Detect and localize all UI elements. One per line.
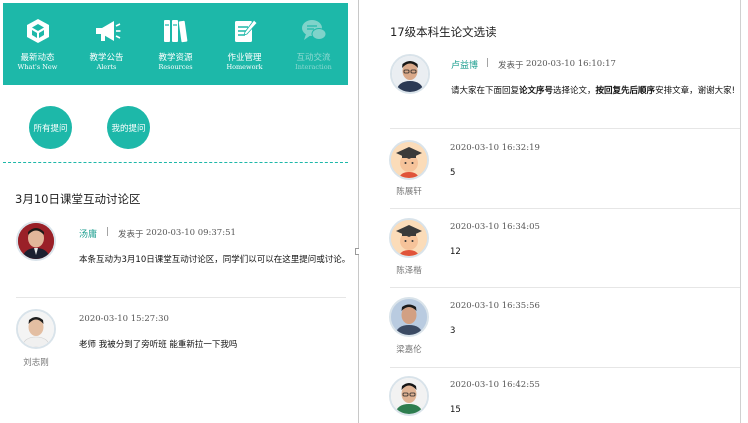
window-edge (740, 0, 741, 423)
nav-item-homework[interactable]: 作业管理 Homework (210, 3, 279, 85)
reply-time: 2020-03-10 16:35:56 (450, 301, 540, 311)
post-author-link[interactable]: 汤庸 (79, 227, 97, 240)
my-questions-button[interactable]: 我的提问 (107, 106, 150, 149)
divider (390, 367, 740, 368)
discussion-title: 3月10日课堂互动讨论区 (15, 192, 141, 206)
all-questions-button[interactable]: 所有提问 (29, 106, 72, 149)
posted-prefix: 发表于 (498, 61, 524, 71)
nav-sublabel: Homework (226, 63, 263, 71)
divider (390, 208, 740, 209)
post-content: 请大家在下面回复论文序号选择论文，按回复先后顺序安排文章，谢谢大家! (451, 86, 735, 96)
nav-item-interaction[interactable]: 互动交流 Interaction (279, 3, 348, 85)
reply-content: 5 (450, 168, 456, 178)
nav-sublabel: Alerts (96, 63, 117, 71)
avatar[interactable] (390, 54, 430, 94)
reply-author[interactable]: 陈展轩 (379, 185, 439, 197)
reply-time: 2020-03-10 16:42:55 (450, 380, 540, 390)
avatar[interactable] (389, 297, 429, 337)
reply-author[interactable]: 陈泽楷 (379, 264, 439, 276)
reply-content: 15 (450, 405, 461, 415)
divider (390, 287, 740, 288)
nav-item-whats-new[interactable]: 最新动态 What's New (3, 3, 72, 85)
avatar[interactable] (389, 218, 429, 258)
reply-author[interactable]: 刘志刚 (6, 356, 66, 368)
divider (3, 162, 348, 163)
nav-bar: 最新动态 What's New 教学公告 Alerts 教学资源 Resourc… (3, 3, 348, 85)
reply-content: 12 (450, 247, 461, 257)
chat-icon (300, 17, 328, 45)
avatar[interactable] (16, 309, 56, 349)
notepad-icon (231, 17, 259, 45)
topic-title: 17级本科生论文选读 (390, 25, 497, 39)
megaphone-icon (93, 17, 121, 45)
reply-content: 3 (450, 326, 456, 336)
reply-time: 2020-03-10 15:27:30 (79, 314, 169, 324)
avatar[interactable] (389, 140, 429, 180)
reply-time: 2020-03-10 16:32:19 (450, 143, 540, 153)
post-content: 本条互动为3月10日课堂互动讨论区，同学们以可以在这里提问或讨论。 (79, 255, 351, 265)
nav-sublabel: Resources (158, 63, 193, 71)
left-pane: 最新动态 What's New 教学公告 Alerts 教学资源 Resourc… (0, 0, 358, 423)
nav-sublabel: What's New (17, 63, 58, 71)
nav-item-alerts[interactable]: 教学公告 Alerts (72, 3, 141, 85)
books-icon (162, 17, 190, 45)
right-pane: 17级本科生论文选读 卢益博 | 发表于 2020-03-10 16:10:17… (359, 0, 748, 423)
reply-author[interactable]: 梁嘉伦 (379, 343, 439, 355)
avatar[interactable] (389, 376, 429, 416)
nav-label: 最新动态 (20, 53, 55, 63)
nav-sublabel: Interaction (295, 63, 332, 71)
post-author-link[interactable]: 卢益博 (451, 58, 478, 71)
nav-label: 教学资源 (158, 53, 193, 63)
post-time: 2020-03-10 09:37:51 (146, 228, 236, 238)
divider (390, 128, 740, 129)
posted-prefix: 发表于 (118, 230, 144, 240)
nav-label: 互动交流 (296, 53, 331, 63)
nav-label: 作业管理 (227, 53, 262, 63)
post-time: 2020-03-10 16:10:17 (526, 59, 616, 69)
avatar[interactable] (16, 221, 56, 261)
divider (16, 297, 346, 298)
nav-item-resources[interactable]: 教学资源 Resources (141, 3, 210, 85)
meta-separator: | (106, 227, 110, 237)
reply-time: 2020-03-10 16:34:05 (450, 222, 540, 232)
nav-label: 教学公告 (89, 53, 124, 63)
cube-icon (24, 17, 52, 45)
reply-content: 老师 我被分到了旁听班 能重新拉一下我吗 (79, 340, 238, 350)
meta-separator: | (486, 58, 490, 68)
